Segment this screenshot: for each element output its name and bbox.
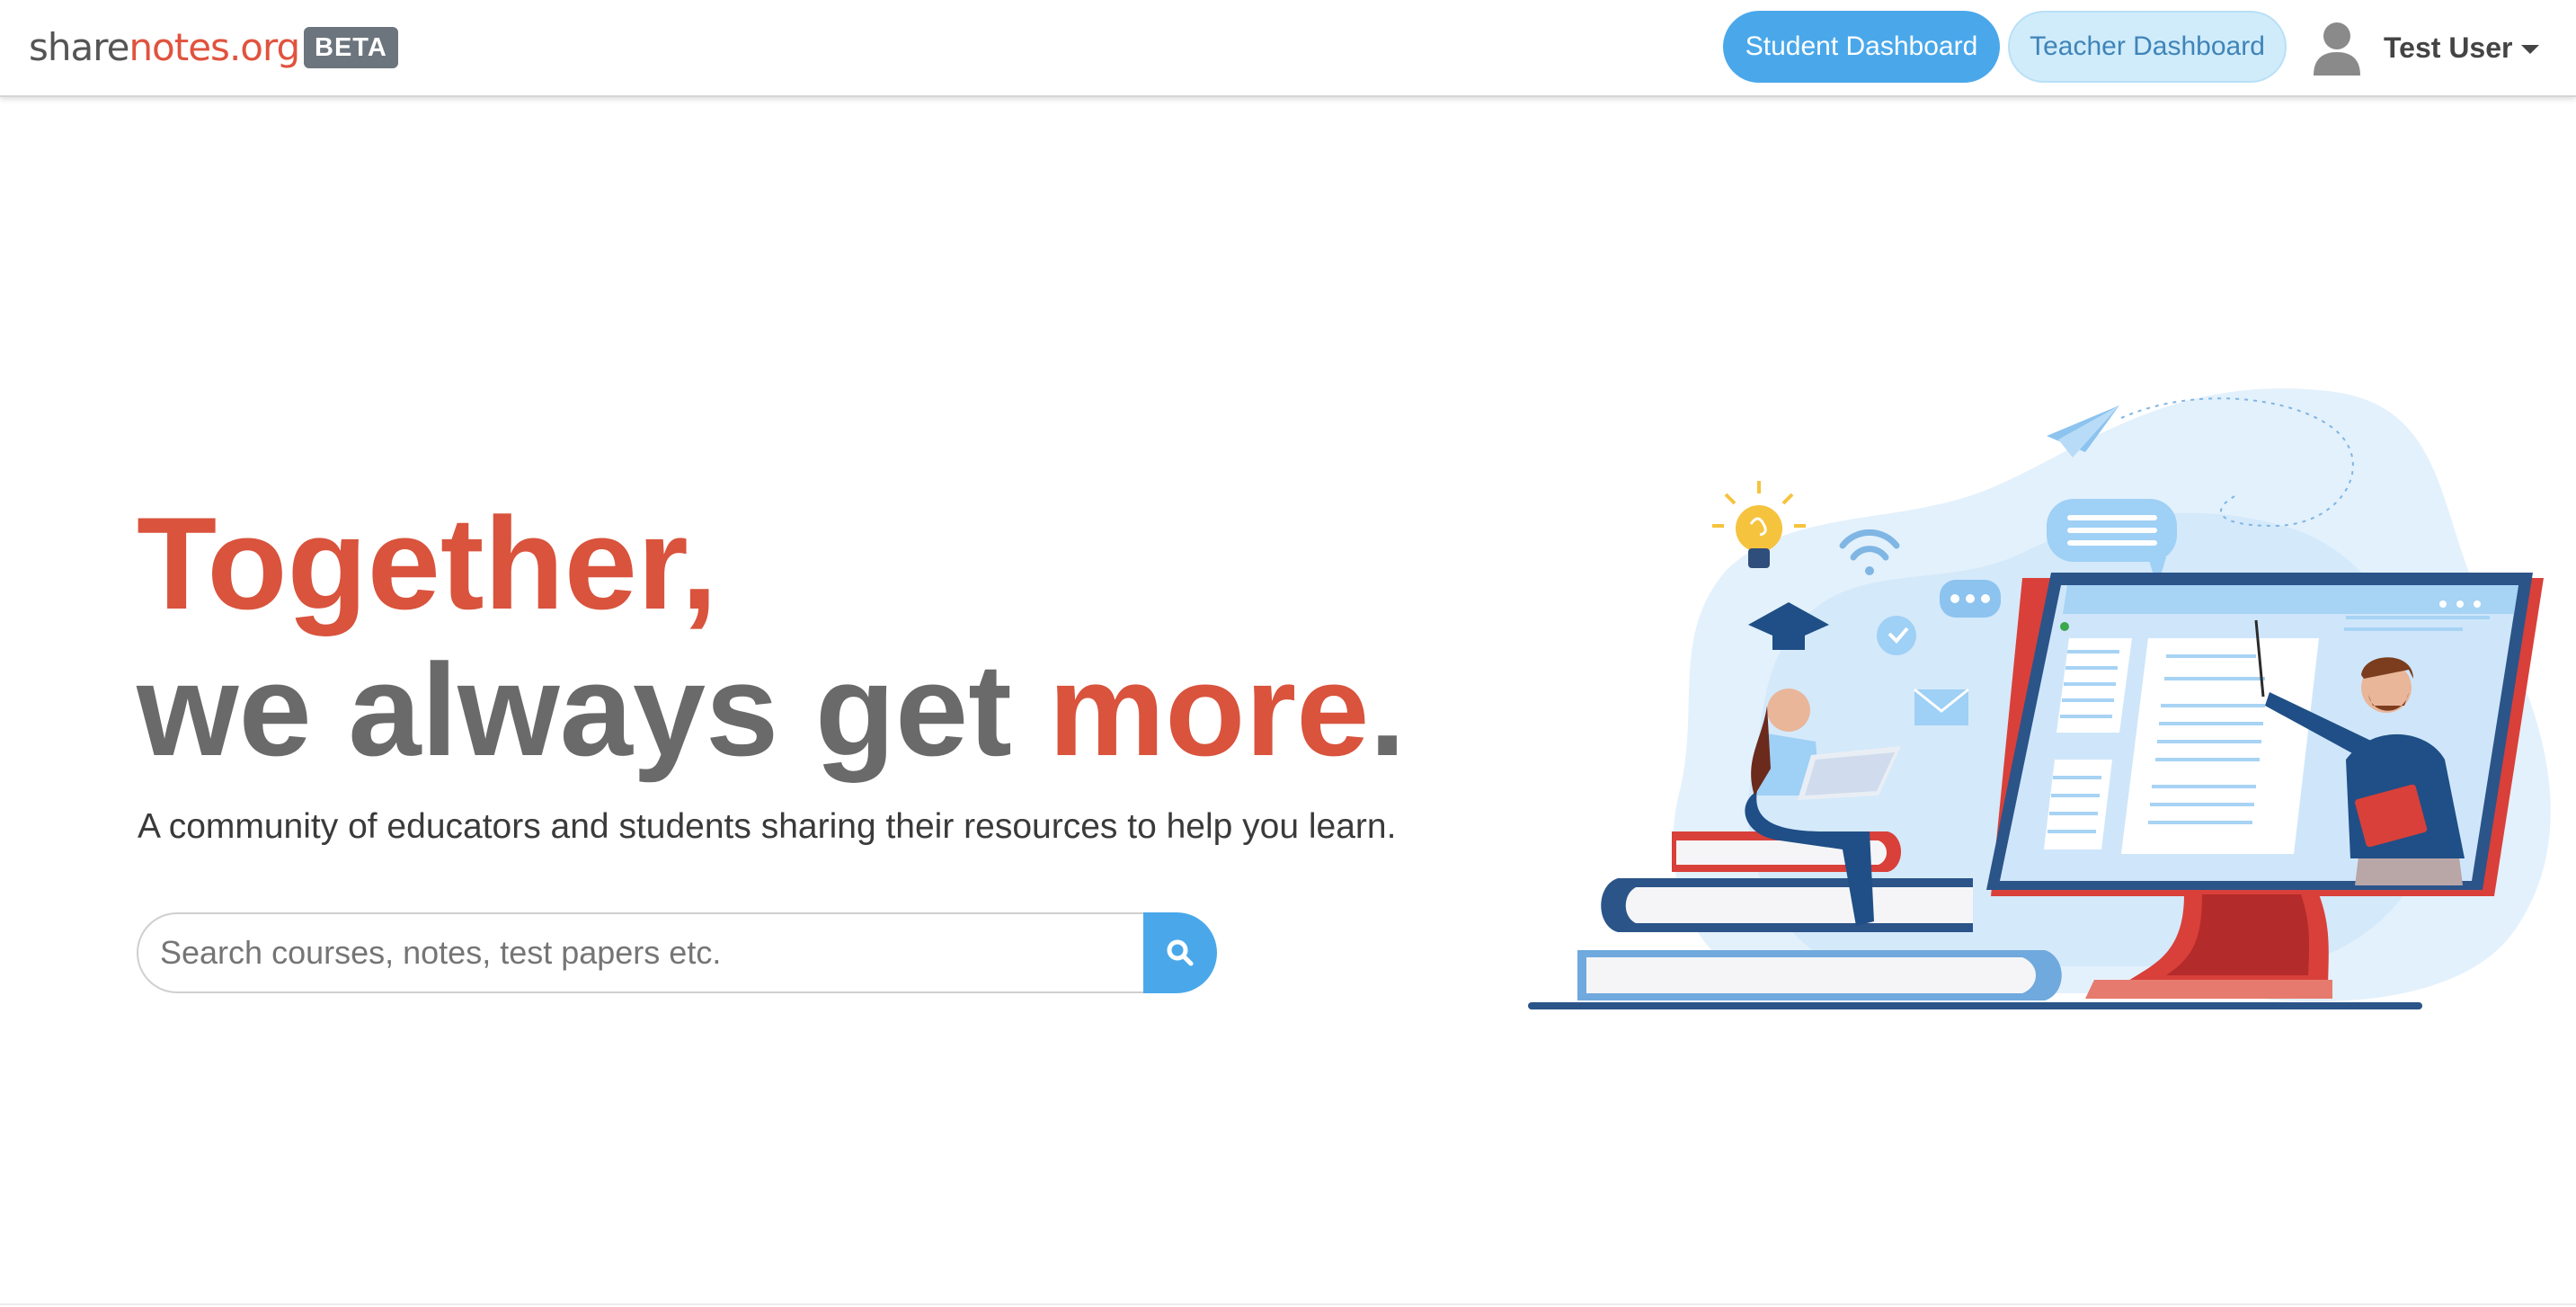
chevron-down-icon (2521, 45, 2540, 54)
hero-headline-line1: Together, (137, 490, 718, 636)
online-learning-illustration (1528, 388, 2551, 1009)
user-avatar-icon (2310, 18, 2364, 77)
search-input[interactable] (137, 912, 1143, 993)
brand-text-notes: notes.org (129, 24, 300, 69)
search-button[interactable] (1143, 912, 1217, 993)
beta-badge: BETA (304, 27, 398, 68)
hero-subtitle: A community of educators and students sh… (138, 807, 1397, 846)
student-dashboard-button[interactable]: Student Dashboard (1723, 11, 2000, 83)
brand-logo[interactable]: share notes.org (29, 20, 300, 74)
headline-period: . (1369, 636, 1406, 783)
page-bottom-divider (0, 1303, 2576, 1305)
teacher-dashboard-button[interactable]: Teacher Dashboard (2008, 11, 2287, 83)
hero-headline-line2: we always get more. (137, 643, 1406, 778)
hero-illustration (1519, 382, 2562, 1020)
search-icon (1167, 939, 1194, 966)
clock-icon (1877, 616, 1916, 655)
envelope-icon (1914, 688, 1969, 725)
headline-accent-word: more (1048, 636, 1370, 783)
user-menu-dropdown[interactable]: Test User (2310, 16, 2540, 79)
top-navbar: share notes.org BETA Student Dashboard Te… (0, 0, 2576, 97)
brand-text-share: share (29, 24, 129, 69)
typing-bubble-icon (1940, 580, 2001, 618)
search-bar (137, 912, 1217, 993)
user-name: Test User (2384, 31, 2513, 64)
headline-text: we always get (137, 636, 1049, 783)
